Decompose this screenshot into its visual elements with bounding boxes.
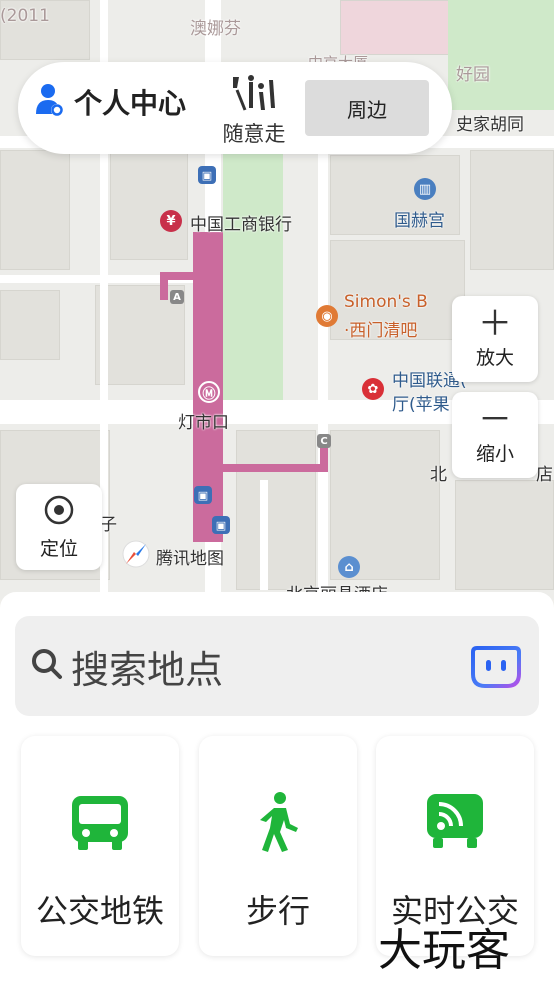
map-block xyxy=(236,430,316,590)
locate-button[interactable]: 定位 xyxy=(16,484,102,570)
map-view[interactable]: ¥ ▥ ◉ ✿ Ⓜ ⌂ ▣ ▣ ▣ A C (2011 澳娜芬 中京大厦 好园 … xyxy=(0,0,554,600)
bus-stop-icon[interactable]: ▣ xyxy=(194,486,212,504)
map-block xyxy=(0,290,60,360)
bus-stop-icon[interactable]: ▣ xyxy=(212,516,230,534)
unicom-icon[interactable]: ✿ xyxy=(362,378,384,400)
search-input[interactable]: 搜索地点 xyxy=(15,616,539,716)
map-block xyxy=(110,150,188,260)
bus-stop-icon[interactable]: ▣ xyxy=(198,166,216,184)
map-block xyxy=(340,0,450,55)
personal-center-button[interactable]: 个人中心 xyxy=(36,82,186,122)
bank-icon[interactable]: ¥ xyxy=(160,210,182,232)
walk-label: 步行 xyxy=(245,892,310,930)
map-label: 澳娜芬 xyxy=(190,19,241,39)
search-icon xyxy=(31,648,63,684)
road xyxy=(318,140,328,600)
walk-icon xyxy=(246,790,310,858)
building-icon[interactable]: ▥ xyxy=(414,178,436,200)
bus-subway-card[interactable]: 公交地铁 xyxy=(21,736,179,956)
search-placeholder: 搜索地点 xyxy=(71,647,224,692)
bar-label-line2[interactable]: ·西门清吧 xyxy=(344,316,417,341)
metro-line xyxy=(320,448,328,472)
park-area xyxy=(223,150,283,405)
metro-line xyxy=(220,464,328,472)
footprint-icon xyxy=(225,75,283,116)
random-walk-label: 随意走 xyxy=(222,122,286,146)
minus-icon: － xyxy=(478,399,512,440)
locate-label: 定位 xyxy=(39,537,78,560)
metro-exit-c: C xyxy=(317,434,331,448)
zoom-out-button[interactable]: － 缩小 xyxy=(452,392,538,478)
map-label: 史家胡同 xyxy=(456,115,524,135)
metro-line xyxy=(160,272,168,300)
user-settings-icon xyxy=(36,82,64,122)
map-block xyxy=(455,480,554,590)
metro-station-icon[interactable]: Ⓜ xyxy=(198,381,220,403)
personal-center-label: 个人中心 xyxy=(74,87,187,120)
top-bar: 个人中心 随意走 周边 xyxy=(18,62,452,154)
bar-icon[interactable]: ◉ xyxy=(316,305,338,327)
watermark: 大玩客 xyxy=(378,925,510,976)
dengshikou-label[interactable]: 灯市口 xyxy=(178,408,229,433)
random-walk-button[interactable]: 随意走 xyxy=(214,74,294,148)
bus-icon xyxy=(68,790,132,858)
zoom-in-label: 放大 xyxy=(475,346,514,369)
zoom-in-button[interactable]: ＋ 放大 xyxy=(452,296,538,382)
assistant-icon[interactable] xyxy=(471,644,521,694)
hotel-icon[interactable]: ⌂ xyxy=(338,556,360,578)
walk-card[interactable]: 步行 xyxy=(199,736,357,956)
map-block xyxy=(470,150,554,270)
metro-exit-a: A xyxy=(170,290,184,304)
nearby-button[interactable]: 周边 xyxy=(305,80,429,136)
locate-icon xyxy=(43,494,75,530)
map-label: (2011 xyxy=(0,6,50,26)
map-label: 店 xyxy=(536,465,553,485)
guohegong-label[interactable]: 国赫宫 xyxy=(394,206,445,231)
park-area xyxy=(448,0,554,110)
bank-label[interactable]: 中国工商银行 xyxy=(190,210,292,235)
brand-label: 腾讯地图 xyxy=(156,548,224,569)
map-label: 北 xyxy=(430,465,447,485)
map-block xyxy=(0,150,70,270)
unicom-label-line2[interactable]: 厅(苹果 xyxy=(392,390,450,415)
compass-icon xyxy=(122,540,150,572)
realtime-bus-icon xyxy=(423,790,487,858)
bus-subway-label: 公交地铁 xyxy=(35,892,164,930)
tencent-map-logo: 腾讯地图 xyxy=(122,540,224,572)
plus-icon: ＋ xyxy=(478,303,512,344)
zoom-out-label: 缩小 xyxy=(475,442,514,465)
bar-label[interactable]: Simon's B xyxy=(344,292,428,312)
road xyxy=(260,480,268,590)
map-label: 好园 xyxy=(456,65,490,85)
map-label: 子 xyxy=(100,515,117,535)
